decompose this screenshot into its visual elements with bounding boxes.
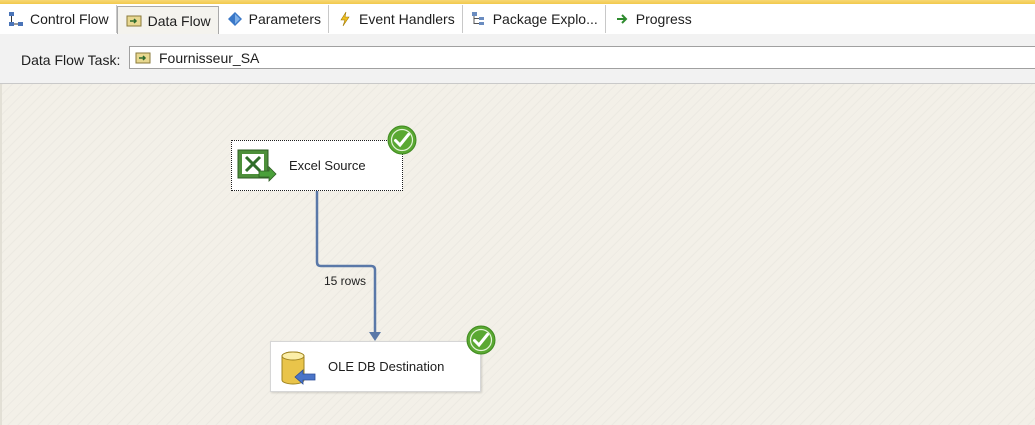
success-check-icon bbox=[466, 325, 496, 355]
component-label: Excel Source bbox=[289, 158, 366, 173]
data-flow-task-dropdown[interactable]: Fournisseur_SA bbox=[129, 46, 1035, 69]
design-surface[interactable]: 15 rows Excel Source OLE DB Destination bbox=[0, 84, 1035, 425]
tab-event-handlers[interactable]: Event Handlers bbox=[329, 5, 463, 33]
tab-label: Progress bbox=[635, 11, 692, 27]
parameters-icon bbox=[227, 12, 242, 26]
data-path[interactable] bbox=[2, 84, 1035, 425]
control-flow-icon bbox=[9, 12, 23, 26]
excel-source-icon bbox=[237, 149, 277, 182]
data-flow-icon bbox=[126, 15, 142, 27]
tab-data-flow[interactable]: Data Flow bbox=[116, 6, 219, 35]
tab-package-explorer[interactable]: Package Explo... bbox=[463, 5, 606, 33]
success-check-icon bbox=[387, 125, 417, 155]
tab-parameters[interactable]: Parameters bbox=[219, 5, 329, 33]
data-flow-task-icon bbox=[135, 52, 151, 63]
tab-control-flow[interactable]: Control Flow bbox=[0, 5, 117, 33]
tab-label: Parameters bbox=[248, 11, 321, 27]
package-explorer-icon bbox=[471, 12, 484, 25]
task-label: Data Flow Task: bbox=[21, 52, 121, 68]
event-handlers-icon bbox=[340, 11, 350, 27]
designer-tab-strip: Control Flow Data Flow Parameters Event … bbox=[0, 4, 1035, 35]
tab-progress[interactable]: Progress bbox=[606, 5, 699, 33]
selected-task-name: Fournisseur_SA bbox=[159, 49, 260, 66]
excel-source-component[interactable]: Excel Source bbox=[231, 140, 403, 191]
tab-label: Data Flow bbox=[147, 13, 211, 29]
progress-icon bbox=[616, 14, 628, 24]
tab-label: Package Explo... bbox=[492, 11, 598, 27]
tab-label: Event Handlers bbox=[358, 11, 455, 27]
task-selector-bar: Data Flow Task: Fournisseur_SA bbox=[0, 34, 1035, 84]
data-path-arrow-icon bbox=[369, 332, 381, 341]
component-label: OLE DB Destination bbox=[328, 359, 445, 374]
ole-db-destination-icon bbox=[281, 351, 316, 385]
ole-db-destination-component[interactable]: OLE DB Destination bbox=[270, 341, 481, 392]
row-count-label: 15 rows bbox=[324, 274, 367, 288]
tab-label: Control Flow bbox=[30, 11, 109, 27]
